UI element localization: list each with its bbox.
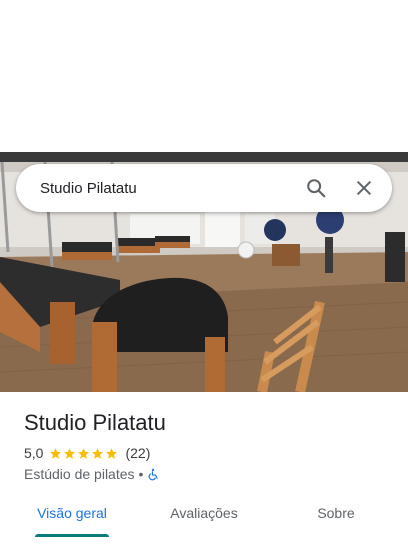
star-icon xyxy=(106,447,118,459)
place-name: Studio Pilatatu xyxy=(24,410,166,435)
tab-reviews[interactable]: Avaliações xyxy=(156,500,252,544)
rating-score: 5,0 xyxy=(24,445,44,461)
tab-overview[interactable]: Visão geral xyxy=(24,500,120,544)
active-tab-indicator xyxy=(35,534,109,537)
star-rating xyxy=(49,447,119,460)
place-tabs: Visão geral Avaliações Sobre xyxy=(0,500,408,544)
review-count: (22) xyxy=(125,445,151,461)
close-icon xyxy=(357,181,371,195)
star-icon xyxy=(78,447,90,459)
category-row: Estúdio de pilates • xyxy=(24,466,160,482)
star-icon xyxy=(64,447,76,459)
search-query-text[interactable]: Studio Pilatatu xyxy=(16,180,292,197)
separator: • xyxy=(138,466,144,482)
map-area-blank xyxy=(0,0,408,152)
close-button[interactable] xyxy=(340,164,388,212)
rating-row[interactable]: 5,0 (22) xyxy=(24,445,150,461)
tab-about[interactable]: Sobre xyxy=(288,500,384,544)
wheelchair-icon xyxy=(149,468,159,480)
search-bar[interactable]: Studio Pilatatu xyxy=(16,164,392,212)
search-icon xyxy=(307,179,326,198)
search-button[interactable] xyxy=(292,164,340,212)
star-icon xyxy=(50,447,62,459)
place-category: Estúdio de pilates xyxy=(24,466,135,482)
star-icon xyxy=(92,447,104,459)
